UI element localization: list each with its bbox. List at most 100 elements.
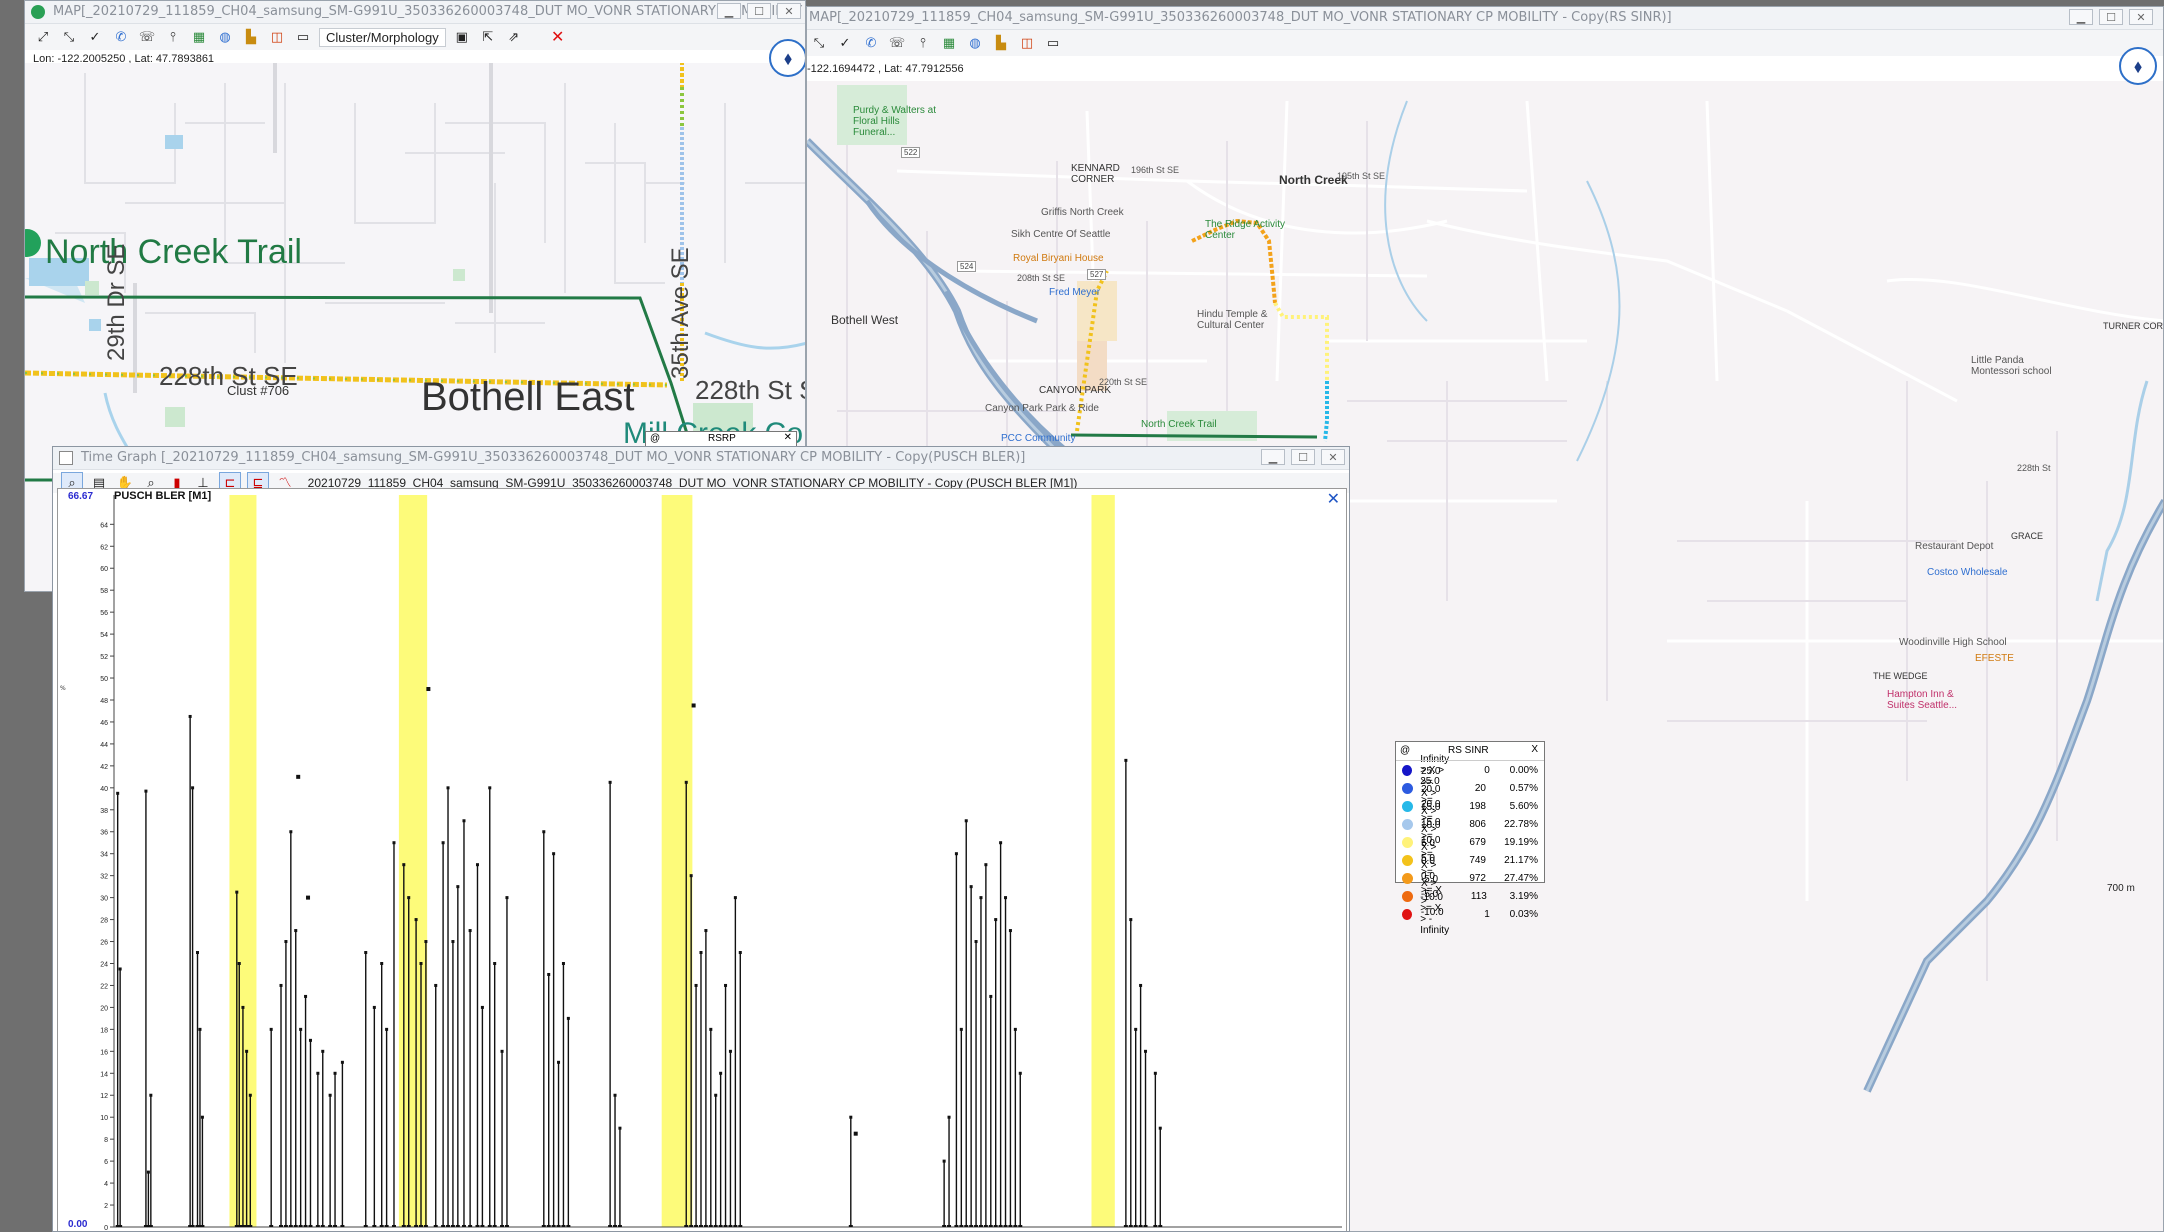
chart-close-button[interactable]: ✕ — [1327, 489, 1340, 508]
label-costco: Costco Wholesale — [1927, 567, 2008, 578]
y-tick-label: 44 — [100, 742, 108, 749]
chart-icon[interactable]: ▙ — [241, 27, 261, 47]
label-hwy-527: 527 — [1087, 269, 1107, 280]
maximize-button[interactable]: ☐ — [2099, 9, 2123, 25]
zoom-icon[interactable]: ⤡ — [809, 33, 829, 53]
bler-point — [191, 786, 195, 790]
highlight-band — [661, 495, 693, 1227]
bler-point — [308, 1038, 312, 1042]
legend-pin-icon: @ — [1400, 745, 1411, 756]
label-purdy-walters: Purdy & Walters at Floral Hills Funeral.… — [853, 105, 936, 138]
close-button[interactable]: ✕ — [1321, 449, 1345, 465]
legend-swatch — [1402, 854, 1413, 866]
y-tick-label: 60 — [100, 566, 108, 573]
chart-icon[interactable]: ▙ — [991, 33, 1011, 53]
phone-icon[interactable]: ✆ — [111, 27, 131, 47]
tower-icon[interactable]: ⫯ — [163, 27, 183, 47]
bler-point — [853, 1131, 858, 1136]
legend-count: 1 — [1484, 908, 1490, 920]
bler-point — [1158, 1126, 1162, 1130]
phone-icon[interactable]: ✆ — [861, 33, 881, 53]
y-max-label: 66.67 — [68, 491, 94, 502]
label-196th-st: 196th St SE — [1131, 165, 1180, 175]
map-settings-icon[interactable]: ▭ — [293, 27, 313, 47]
rsrp-legend-close-icon[interactable]: ✕ — [784, 432, 792, 443]
time-graph-titlebar[interactable]: Time Graph [_20210729_111859_CH04_samsun… — [53, 447, 1349, 470]
bler-point — [144, 789, 148, 793]
label-fred-meyer: Fred Meyer — [1049, 287, 1101, 298]
minimize-button[interactable]: ▁ — [1261, 449, 1285, 465]
label-hwy-524: 524 — [957, 261, 977, 272]
minimize-button[interactable]: ▁ — [717, 3, 741, 19]
legend-percent: 27.47% — [1504, 872, 1538, 884]
globe-layer-icon[interactable]: ◍ — [965, 33, 985, 53]
bler-point — [441, 841, 445, 845]
maximize-button[interactable]: ☐ — [1291, 449, 1315, 465]
close-button[interactable]: ✕ — [777, 3, 801, 19]
stack-icon[interactable]: ◫ — [1017, 33, 1037, 53]
y-tick-label: 28 — [100, 918, 108, 925]
map-window-sinr-titlebar[interactable]: MAP[_20210729_111859_CH04_samsung_SM-G99… — [807, 7, 2163, 30]
bler-point — [446, 786, 450, 790]
layers-icon[interactable]: ▦ — [939, 33, 959, 53]
label-clust-706: Clust #706 — [227, 383, 290, 398]
y-tick-label: 62 — [100, 544, 108, 551]
bler-point — [542, 830, 546, 834]
time-graph-plot-area[interactable]: 0 2 4 6 8 10 12 14 16 18 20 22 24 26 28 30 32 34 36 38 40 42 4… — [57, 488, 1347, 1231]
close-button[interactable]: ✕ — [2129, 9, 2153, 25]
y-tick-label: 38 — [100, 808, 108, 815]
legend-swatch — [1402, 872, 1413, 884]
legend-row: Infinity > X > 25.0 0 0.00% — [1396, 754, 1544, 787]
select-icon[interactable]: ✓ — [835, 33, 855, 53]
close-map-icon[interactable]: ✕ — [548, 27, 568, 47]
y-tick-label: 6 — [104, 1159, 108, 1166]
legend-count: 113 — [1470, 890, 1487, 902]
zoom-icon[interactable]: ⤡ — [59, 27, 79, 47]
bler-point — [296, 774, 301, 779]
time-graph-window[interactable]: Time Graph [_20210729_111859_CH04_samsun… — [52, 446, 1350, 1232]
compass-icon[interactable]: ⬧ — [769, 39, 805, 77]
bler-point — [407, 896, 411, 900]
bler-point — [618, 1126, 622, 1130]
bler-point — [392, 841, 396, 845]
compass-icon[interactable]: ⬧ — [2119, 47, 2157, 85]
maximize-button[interactable]: ☐ — [747, 3, 771, 19]
pusch-bler-chart[interactable]: 0246810121416182022242628303234363840424… — [58, 489, 1346, 1231]
select-icon[interactable]: ✓ — [85, 27, 105, 47]
bler-point — [118, 967, 122, 971]
rs-sinr-legend-title: RS SINR — [1448, 745, 1489, 756]
map-settings-icon[interactable]: ▭ — [1043, 33, 1063, 53]
grid-icon[interactable]: ▣ — [452, 27, 472, 47]
map-window-rsrp-titlebar[interactable]: MAP[_20210729_111859_CH04_samsung_SM-G99… — [25, 1, 805, 24]
bler-point — [994, 918, 998, 922]
bler-point — [235, 890, 239, 894]
bler-point — [714, 1093, 718, 1097]
label-scale: 700 m — [2107, 883, 2135, 894]
layers-icon[interactable]: ▦ — [189, 27, 209, 47]
globe-layer-icon[interactable]: ◍ — [215, 27, 235, 47]
bler-point — [547, 972, 551, 976]
legend-count: 0 — [1484, 764, 1490, 776]
rs-sinr-legend-close-icon[interactable]: X — [1531, 744, 1538, 755]
minimize-button[interactable]: ▁ — [2069, 9, 2093, 25]
stack-icon[interactable]: ◫ — [267, 27, 287, 47]
cluster-morphology-button[interactable]: Cluster/Morphology — [319, 27, 446, 47]
label-195th-st: 195th St SE — [1337, 171, 1386, 181]
bler-point — [613, 1093, 617, 1097]
bler-point — [984, 863, 988, 867]
label-hindu-temple: Hindu Temple & Cultural Center — [1197, 309, 1268, 331]
handset-icon[interactable]: ☏ — [137, 27, 157, 47]
bler-point — [552, 852, 556, 856]
tower-icon[interactable]: ⫯ — [913, 33, 933, 53]
bler-point — [468, 929, 472, 933]
chart-title: PUSCH BLER [M1] — [114, 490, 212, 502]
export-icon[interactable]: ⇱ — [478, 27, 498, 47]
label-grace: GRACE — [2011, 531, 2044, 541]
bler-point — [969, 885, 973, 889]
map-toolbar-left: ⤢ ⤡ ✓ ✆ ☏ ⫯ ▦ ◍ ▙ ◫ ▭ Cluster/Morphology… — [25, 24, 805, 50]
fit-extent-icon[interactable]: ⤢ — [33, 27, 53, 47]
y-tick-label: 14 — [100, 1071, 108, 1078]
graph-icon — [59, 451, 73, 465]
new-window-icon[interactable]: ⇗ — [504, 27, 524, 47]
handset-icon[interactable]: ☏ — [887, 33, 907, 53]
